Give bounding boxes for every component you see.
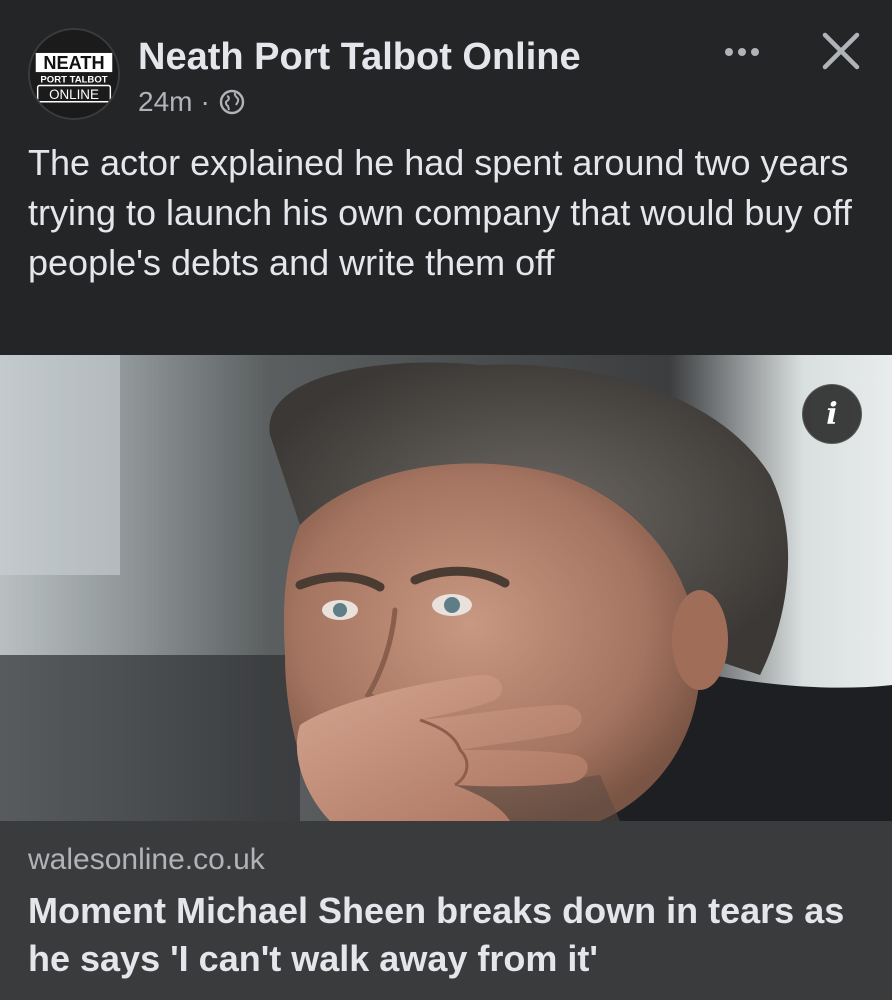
logo-text-port-talbot: PORT TALBOT [40,75,107,86]
logo-text-online: ONLINE [49,87,99,102]
facebook-post: NEATH PORT TALBOT ONLINE Neath Port Talb… [0,0,892,1000]
post-caption: The actor explained he had spent around … [28,142,852,283]
close-icon [822,32,860,70]
link-headline: Moment Michael Sheen breaks down in tear… [28,890,845,979]
page-avatar[interactable]: NEATH PORT TALBOT ONLINE [28,28,120,120]
neath-port-talbot-logo: NEATH PORT TALBOT ONLINE [30,30,118,118]
more-horizontal-icon [725,48,759,56]
meta-separator: · [200,86,210,117]
post-timestamp[interactable]: 24m [138,86,192,118]
page-name-link[interactable]: Neath Port Talbot Online [138,36,581,79]
post-meta: 24m · [138,86,246,118]
more-options-button[interactable] [716,34,768,70]
close-button[interactable] [812,22,870,80]
logo-text-neath: NEATH [43,53,104,73]
link-preview-footer[interactable]: walesonline.co.uk Moment Michael Sheen b… [0,821,892,1000]
globe-icon [218,88,246,116]
post-header: NEATH PORT TALBOT ONLINE Neath Port Talb… [0,0,892,128]
photo-man-covering-mouth [0,355,892,821]
link-domain: walesonline.co.uk [28,843,265,876]
link-preview-image[interactable] [0,355,892,821]
info-icon[interactable]: i [802,384,862,444]
